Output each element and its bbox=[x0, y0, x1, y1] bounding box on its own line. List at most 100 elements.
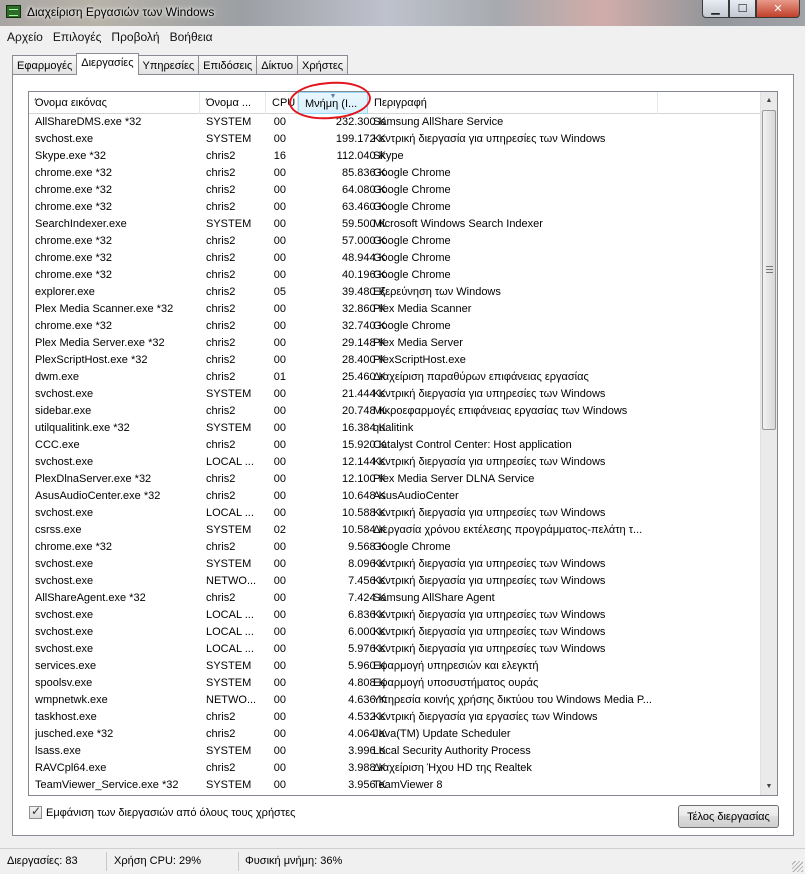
table-row[interactable]: chrome.exe *32 chris2 00 64.080 K Google Chr… bbox=[29, 182, 761, 199]
process-name: AllShareDMS.exe *32 bbox=[35, 116, 142, 128]
table-row[interactable]: chrome.exe *32 chris2 00 9.568 K Google Chro… bbox=[29, 539, 761, 556]
scroll-up-arrow-icon[interactable]: ▲ bbox=[761, 92, 777, 109]
process-name: Plex Media Server.exe *32 bbox=[35, 337, 165, 349]
process-cpu: 00 bbox=[273, 439, 286, 451]
menu-view[interactable]: Προβολή bbox=[106, 27, 164, 47]
process-cpu: 00 bbox=[273, 660, 286, 672]
show-all-users-option[interactable]: Εμφάνιση των διεργασιών από όλους τους χ… bbox=[29, 804, 295, 819]
close-button[interactable]: ✕ bbox=[756, 0, 800, 18]
table-row[interactable]: Plex Media Server.exe *32 chris2 00 29.148 … bbox=[29, 335, 761, 352]
table-row[interactable]: svchost.exe LOCAL ... 00 12.144 K Κεντρική δ… bbox=[29, 454, 761, 471]
resize-grip-icon[interactable] bbox=[792, 861, 803, 872]
scrollbar-thumb[interactable] bbox=[762, 110, 776, 430]
process-description: Samsung AllShare Service bbox=[373, 116, 504, 128]
menu-options[interactable]: Επιλογές bbox=[48, 27, 107, 47]
process-name: jusched.exe *32 bbox=[35, 728, 114, 740]
table-row[interactable]: AsusAudioCenter.exe *32 chris2 00 10.648 KA… bbox=[29, 488, 761, 505]
process-user: SYSTEM bbox=[206, 745, 252, 757]
process-description: Google Chrome bbox=[373, 252, 451, 264]
menu-help[interactable]: Βοήθεια bbox=[165, 27, 218, 47]
table-row[interactable]: svchost.exe SYSTEM 00 21.444 K Κεντρική διερ… bbox=[29, 386, 761, 403]
table-row[interactable]: TeamViewer_Service.exe *32 SYSTEM 00 3.956 … bbox=[29, 777, 761, 794]
table-row[interactable]: svchost.exe SYSTEM 00 199.172 K Κεντρική διε… bbox=[29, 131, 761, 148]
process-user: chris2 bbox=[206, 320, 236, 332]
process-name: utilqualitink.exe *32 bbox=[35, 422, 130, 434]
process-cpu: 00 bbox=[273, 269, 286, 281]
table-row[interactable]: AllShareDMS.exe *32 SYSTEM 00 232.300 K Sams… bbox=[29, 114, 761, 131]
process-description: Εφαρμογή υπηρεσιών και ελεγκτή bbox=[373, 660, 539, 672]
scroll-down-arrow-icon[interactable]: ▼ bbox=[761, 778, 777, 795]
table-row[interactable]: chrome.exe *32 chris2 00 63.460 K Google Chr… bbox=[29, 199, 761, 216]
process-name: spoolsv.exe bbox=[35, 677, 93, 689]
table-row[interactable]: csrss.exe SYSTEM 02 10.584 K Διεργασία χρόνο… bbox=[29, 522, 761, 539]
table-row[interactable]: RAVCpl64.exe chris2 00 3.988 K Διαχείριση Ήχ… bbox=[29, 760, 761, 777]
title-bar[interactable]: Διαχείριση Εργασιών των Windows ▁ ☐ ✕ bbox=[0, 0, 805, 26]
process-name: chrome.exe *32 bbox=[35, 184, 113, 196]
table-row[interactable]: chrome.exe *32 chris2 00 85.836 K Google Chr… bbox=[29, 165, 761, 182]
table-row[interactable]: Plex Media Scanner.exe *32 chris2 00 32.860… bbox=[29, 301, 761, 318]
table-row[interactable]: taskhost.exe chris2 00 4.532 K Κεντρική διερ… bbox=[29, 709, 761, 726]
table-row[interactable]: jusched.exe *32 chris2 00 4.064 K Java(TM) U… bbox=[29, 726, 761, 743]
process-cpu: 16 bbox=[273, 150, 286, 162]
table-row[interactable]: svchost.exe LOCAL ... 00 5.976 K Κεντρική δι… bbox=[29, 641, 761, 658]
table-row[interactable]: sidebar.exe chris2 00 20.748 K Μικροεφαρμογέ… bbox=[29, 403, 761, 420]
tab-processes[interactable]: Διεργασίες bbox=[76, 53, 139, 75]
show-all-users-checkbox[interactable] bbox=[29, 804, 42, 819]
table-row[interactable]: dwm.exe chris2 01 25.460 K Διαχείριση παραθύ… bbox=[29, 369, 761, 386]
process-cpu: 00 bbox=[273, 541, 286, 553]
menu-file[interactable]: Αρχείο bbox=[2, 27, 48, 47]
process-user: chris2 bbox=[206, 405, 236, 417]
process-list[interactable]: Όνομα εικόνας Όνομα ... CPU ▼ Μνήμη (Ι..… bbox=[28, 91, 778, 796]
column-user-name[interactable]: Όνομα ... bbox=[200, 92, 266, 114]
table-row[interactable]: svchost.exe LOCAL ... 00 6.836 K Κεντρική δι… bbox=[29, 607, 761, 624]
table-row[interactable]: SearchIndexer.exe SYSTEM 00 59.500 K Microso… bbox=[29, 216, 761, 233]
table-row[interactable]: wmpnetwk.exe NETWO... 00 4.636 K Υπηρεσία κο… bbox=[29, 692, 761, 709]
table-row[interactable]: AllShareAgent.exe *32 chris2 00 7.424 K Sams… bbox=[29, 590, 761, 607]
table-row[interactable]: Skype.exe *32 chris2 16 112.040 K Skype bbox=[29, 148, 761, 165]
tab-applications[interactable]: Εφαρμογές bbox=[12, 55, 78, 74]
process-name: AllShareAgent.exe *32 bbox=[35, 592, 146, 604]
process-name: sidebar.exe bbox=[35, 405, 92, 417]
table-row[interactable]: PlexScriptHost.exe *32 chris2 00 28.400 K Pl… bbox=[29, 352, 761, 369]
process-description: Google Chrome bbox=[373, 201, 451, 213]
process-cpu: 00 bbox=[273, 507, 286, 519]
table-row[interactable]: chrome.exe *32 chris2 00 57.000 K Google Chr… bbox=[29, 233, 761, 250]
tab-services[interactable]: Υπηρεσίες bbox=[137, 55, 200, 74]
process-user: LOCAL ... bbox=[206, 609, 254, 621]
column-image-name[interactable]: Όνομα εικόνας bbox=[29, 92, 200, 114]
table-row[interactable]: lsass.exe SYSTEM 00 3.996 K Local Security A… bbox=[29, 743, 761, 760]
table-row[interactable]: svchost.exe LOCAL ... 00 6.000 K Κεντρική δι… bbox=[29, 624, 761, 641]
process-description: Κεντρική διεργασία για υπηρεσίες των Win… bbox=[373, 626, 606, 638]
process-description: Εξερεύνηση των Windows bbox=[373, 286, 501, 298]
minimize-button[interactable]: ▁ bbox=[702, 0, 729, 18]
table-row[interactable]: CCC.exe chris2 00 15.920 K Catalyst Control … bbox=[29, 437, 761, 454]
process-cpu: 00 bbox=[273, 626, 286, 638]
tab-users[interactable]: Χρήστες bbox=[297, 55, 349, 74]
process-name: CCC.exe bbox=[35, 439, 80, 451]
table-row[interactable]: spoolsv.exe SYSTEM 00 4.808 K Εφαρμογή υποσυ… bbox=[29, 675, 761, 692]
status-physical-memory: Φυσική μνήμη: 36% bbox=[245, 855, 343, 867]
table-row[interactable]: svchost.exe LOCAL ... 00 10.588 K Κεντρική δ… bbox=[29, 505, 761, 522]
vertical-scrollbar[interactable]: ▲ ▼ bbox=[760, 92, 777, 795]
process-description: Google Chrome bbox=[373, 320, 451, 332]
task-manager-window: Διαχείριση Εργασιών των Windows ▁ ☐ ✕ Αρ… bbox=[0, 0, 805, 874]
table-row[interactable]: chrome.exe *32 chris2 00 48.944 K Google Chr… bbox=[29, 250, 761, 267]
table-row[interactable]: PlexDlnaServer.exe *32 chris2 00 12.100 K Pl… bbox=[29, 471, 761, 488]
tab-performance[interactable]: Επιδόσεις bbox=[198, 55, 258, 74]
tab-networking[interactable]: Δίκτυο bbox=[256, 55, 298, 74]
table-row[interactable]: chrome.exe *32 chris2 00 40.196 K Google Chr… bbox=[29, 267, 761, 284]
process-description: Plex Media Scanner bbox=[373, 303, 472, 315]
column-description[interactable]: Περιγραφή bbox=[368, 92, 658, 114]
process-cpu: 02 bbox=[273, 524, 286, 536]
process-name: dwm.exe bbox=[35, 371, 80, 383]
process-name: svchost.exe bbox=[35, 456, 94, 468]
end-process-button[interactable]: Τέλος διεργασίας bbox=[678, 805, 779, 828]
process-name: explorer.exe bbox=[35, 286, 95, 298]
table-row[interactable]: services.exe SYSTEM 00 5.960 K Εφαρμογή υπηρ… bbox=[29, 658, 761, 675]
table-row[interactable]: svchost.exe NETWO... 00 7.456 K Κεντρική διε… bbox=[29, 573, 761, 590]
table-row[interactable]: svchost.exe SYSTEM 00 8.096 K Κεντρική διεργ… bbox=[29, 556, 761, 573]
maximize-button[interactable]: ☐ bbox=[729, 0, 756, 18]
table-row[interactable]: explorer.exe chris2 05 39.480 K Εξερεύνηση τ… bbox=[29, 284, 761, 301]
table-row[interactable]: utilqualitink.exe *32 SYSTEM 00 16.384 Kqua… bbox=[29, 420, 761, 437]
table-row[interactable]: chrome.exe *32 chris2 00 32.740 K Google Chr… bbox=[29, 318, 761, 335]
